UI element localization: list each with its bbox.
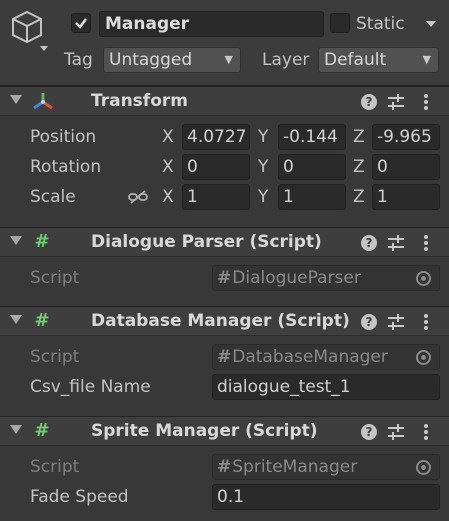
static-label: Static [356, 14, 405, 34]
kebab-menu-icon[interactable] [423, 313, 429, 331]
scale-z-axis-label: Z [353, 187, 365, 207]
fade-speed-field[interactable]: 0.1 [212, 484, 440, 510]
position-z-axis-label: Z [353, 127, 365, 147]
script-hash-icon: # [217, 347, 232, 367]
active-checkbox[interactable] [71, 13, 91, 33]
database-manager-script-label: Script [30, 347, 80, 367]
sprite-manager-script-value: SpriteManager [232, 457, 358, 477]
help-icon[interactable]: ? [361, 314, 377, 330]
layer-label: Layer [262, 50, 310, 70]
position-y-field[interactable]: -0.144 [278, 124, 346, 150]
script-hash-icon: # [33, 310, 51, 332]
foldout-arrow-icon[interactable] [10, 315, 22, 324]
rotation-x-axis-label: X [162, 157, 174, 177]
chevron-down-icon [426, 21, 436, 27]
static-checkbox[interactable] [330, 13, 350, 33]
object-picker-icon[interactable] [416, 271, 431, 286]
foldout-arrow-icon[interactable] [10, 95, 22, 104]
tag-dropdown[interactable]: Untagged ▼ [103, 47, 241, 73]
dialogue-parser-script-value: DialogueParser [232, 268, 361, 288]
kebab-menu-icon[interactable] [423, 423, 429, 441]
position-x-axis-label: X [162, 127, 174, 147]
gameobject-header: Manager Static Tag Untagged ▼ Layer Defa… [0, 0, 449, 86]
csv-file-name-label: Csv_file Name [30, 377, 151, 397]
csv-file-name-field[interactable]: dialogue_test_1 [212, 374, 440, 400]
scale-y-field[interactable]: 1 [278, 184, 346, 210]
chevron-down-icon: ▼ [224, 53, 233, 66]
layer-dropdown[interactable]: Default ▼ [318, 47, 439, 73]
sprite-manager-header[interactable]: # Sprite Manager (Script) ? [0, 416, 449, 446]
database-manager-header[interactable]: # Database Manager (Script) ? [0, 306, 449, 336]
preset-sliders-icon[interactable] [387, 423, 405, 441]
static-dropdown-arrow[interactable] [424, 12, 438, 36]
script-hash-icon: # [217, 457, 232, 477]
transform-title: Transform [91, 91, 188, 111]
position-z-field[interactable]: -9.965 [372, 124, 440, 150]
database-manager-title: Database Manager (Script) [91, 311, 350, 331]
rotation-label: Rotation [30, 157, 102, 177]
sprite-manager-title: Sprite Manager (Script) [91, 421, 318, 441]
checkmark-icon [75, 18, 87, 29]
rotation-y-field[interactable]: 0 [278, 154, 346, 180]
transform-axes-icon [33, 93, 53, 110]
rotation-x-field[interactable]: 0 [182, 154, 250, 180]
position-label: Position [30, 127, 97, 147]
gameobject-cube-icon[interactable] [10, 10, 52, 54]
foldout-arrow-icon[interactable] [10, 425, 22, 434]
layer-dropdown-value: Default [324, 50, 387, 70]
database-manager-script-field[interactable]: #DatabaseManager [212, 344, 440, 370]
tag-label: Tag [64, 50, 93, 70]
help-icon[interactable]: ? [361, 94, 377, 110]
fade-speed-label: Fade Speed [30, 487, 129, 507]
dialogue-parser-title: Dialogue Parser (Script) [91, 232, 322, 252]
foldout-arrow-icon[interactable] [10, 236, 22, 245]
scale-x-axis-label: X [162, 187, 174, 207]
position-x-field[interactable]: 4.0727 [182, 124, 250, 150]
rotation-y-axis-label: Y [258, 157, 269, 177]
object-picker-icon[interactable] [416, 460, 431, 475]
scale-x-field[interactable]: 1 [182, 184, 250, 210]
script-hash-icon: # [33, 420, 51, 442]
tag-dropdown-value: Untagged [109, 50, 193, 70]
scale-z-field[interactable]: 1 [372, 184, 440, 210]
database-manager-script-value: DatabaseManager [232, 347, 388, 367]
script-hash-icon: # [33, 231, 51, 253]
script-hash-icon: # [217, 268, 232, 288]
kebab-menu-icon[interactable] [423, 93, 429, 111]
transform-header[interactable]: Transform ? [0, 86, 449, 116]
help-icon[interactable]: ? [361, 235, 377, 251]
preset-sliders-icon[interactable] [387, 93, 405, 111]
help-icon[interactable]: ? [361, 424, 377, 440]
sprite-manager-script-field[interactable]: #SpriteManager [212, 454, 440, 480]
object-picker-icon[interactable] [416, 350, 431, 365]
preset-sliders-icon[interactable] [387, 234, 405, 252]
kebab-menu-icon[interactable] [423, 234, 429, 252]
scale-y-axis-label: Y [258, 187, 269, 207]
preset-sliders-icon[interactable] [387, 313, 405, 331]
sprite-manager-script-label: Script [30, 457, 80, 477]
chevron-down-icon: ▼ [422, 53, 431, 66]
position-y-axis-label: Y [258, 127, 269, 147]
dialogue-parser-script-label: Script [30, 268, 80, 288]
object-name-field[interactable]: Manager [99, 11, 324, 37]
dialogue-parser-script-field[interactable]: #DialogueParser [212, 265, 440, 291]
rotation-z-axis-label: Z [353, 157, 365, 177]
dialogue-parser-header[interactable]: # Dialogue Parser (Script) ? [0, 227, 449, 257]
rotation-z-field[interactable]: 0 [372, 154, 440, 180]
scale-label: Scale [30, 187, 76, 207]
link-constrain-icon[interactable] [127, 189, 149, 205]
